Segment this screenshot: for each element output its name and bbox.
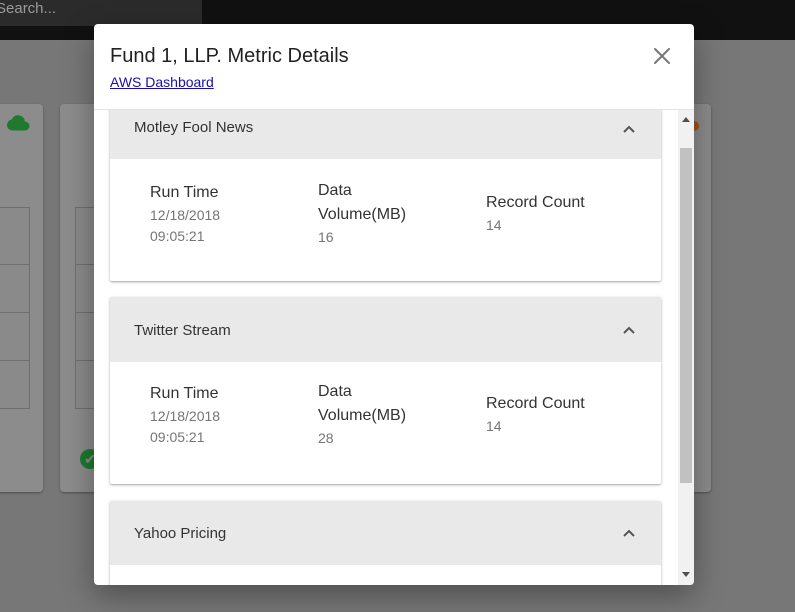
run-time-time: 09:05:21 [150, 429, 205, 445]
accordion-panel-twitter-stream: Twitter Stream Run Time 12/18/2018 09:05… [110, 297, 661, 484]
data-volume-label: Volume(MB) [318, 206, 407, 223]
run-time-date: 12/18/2018 [150, 408, 221, 424]
background-table [0, 207, 30, 409]
background-search-placeholder: Search... [0, 0, 57, 17]
accordion-title: Yahoo Pricing [134, 525, 227, 542]
metric-details-modal: Fund 1, LLP. Metric Details AWS Dashboar… [94, 24, 694, 585]
scroll-up-arrow-icon[interactable] [682, 117, 690, 122]
chevron-up-icon[interactable] [622, 124, 636, 134]
modal-body[interactable]: Motley Fool News Run Time 12/18/2018 09:… [94, 110, 694, 585]
data-volume-value: 28 [318, 430, 334, 446]
record-count-value: 14 [486, 217, 502, 233]
accordion-title: Motley Fool News [134, 119, 254, 136]
background-row-divider [0, 312, 29, 313]
close-icon[interactable] [650, 44, 674, 68]
chevron-up-icon[interactable] [622, 325, 636, 335]
accordion-header[interactable]: Twitter Stream [110, 297, 661, 362]
accordion-panel-yahoo-pricing: Yahoo Pricing [110, 501, 661, 585]
accordion-header[interactable]: Yahoo Pricing [110, 501, 661, 565]
record-count-label: Record Count [486, 395, 585, 412]
data-volume-label: Data [318, 383, 352, 400]
aws-dashboard-link[interactable]: AWS Dashboard [110, 74, 214, 90]
chevron-up-icon[interactable] [622, 528, 636, 538]
background-row-divider [0, 264, 29, 265]
modal-title: Fund 1, LLP. Metric Details [110, 45, 349, 67]
run-time-label: Run Time [150, 184, 219, 201]
accordion-title: Twitter Stream [134, 322, 231, 339]
run-time-date: 12/18/2018 [150, 207, 221, 223]
modal-scrollbar[interactable] [678, 110, 694, 585]
scrollbar-thumb[interactable] [680, 148, 692, 483]
cloud-icon [6, 115, 30, 131]
run-time-time: 09:05:21 [150, 228, 205, 244]
run-time-label: Run Time [150, 385, 219, 402]
record-count-label: Record Count [486, 194, 585, 211]
data-volume-value: 16 [318, 229, 334, 245]
data-volume-label: Volume(MB) [318, 407, 407, 424]
background-row-divider [0, 360, 29, 361]
modal-header: Fund 1, LLP. Metric Details AWS Dashboar… [94, 24, 694, 110]
accordion-panel-motley-fool-news: Motley Fool News Run Time 12/18/2018 09:… [110, 110, 661, 281]
data-volume-label: Data [318, 182, 352, 199]
record-count-value: 14 [486, 418, 502, 434]
scroll-down-arrow-icon[interactable] [682, 572, 690, 577]
background-search-input: Search... [0, 0, 202, 26]
accordion-header[interactable]: Motley Fool News [110, 110, 661, 159]
